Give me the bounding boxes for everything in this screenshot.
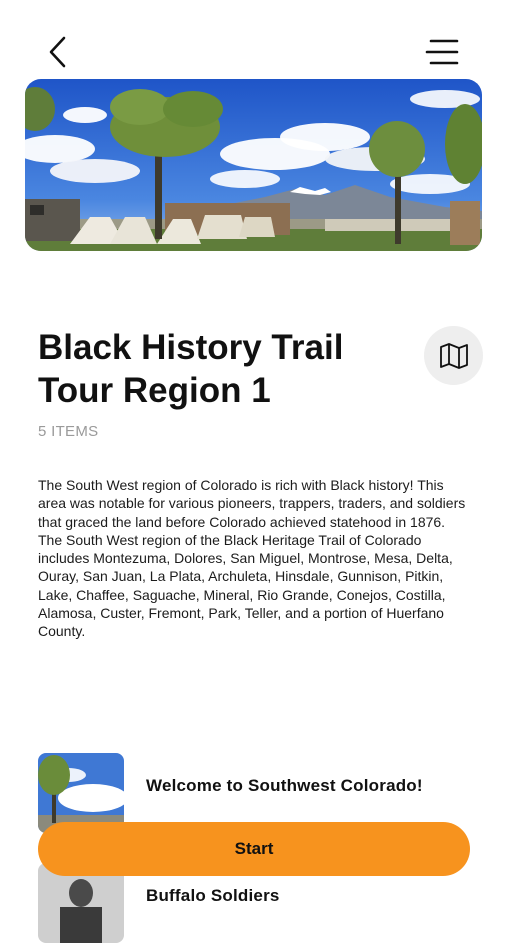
page-title: Black History Trail Tour Region 1	[38, 328, 344, 410]
map-button[interactable]	[424, 326, 483, 385]
tour-item[interactable]: Welcome to Southwest Colorado!	[38, 753, 470, 833]
item-count: 5 ITEMS	[38, 423, 99, 440]
chevron-left-icon	[49, 36, 66, 68]
hero-image	[25, 79, 482, 251]
back-button[interactable]	[40, 32, 76, 72]
map-icon	[439, 342, 468, 369]
menu-button[interactable]	[422, 32, 462, 72]
top-bar	[0, 0, 507, 80]
menu-icon	[425, 39, 459, 65]
tour-item-title: Buffalo Soldiers	[146, 886, 280, 905]
tour-item-title: Welcome to Southwest Colorado!	[146, 776, 423, 795]
tour-item-thumbnail	[38, 753, 124, 833]
description-text: The South West region of Colorado is ric…	[38, 477, 466, 640]
start-button[interactable]: Start	[38, 822, 470, 876]
